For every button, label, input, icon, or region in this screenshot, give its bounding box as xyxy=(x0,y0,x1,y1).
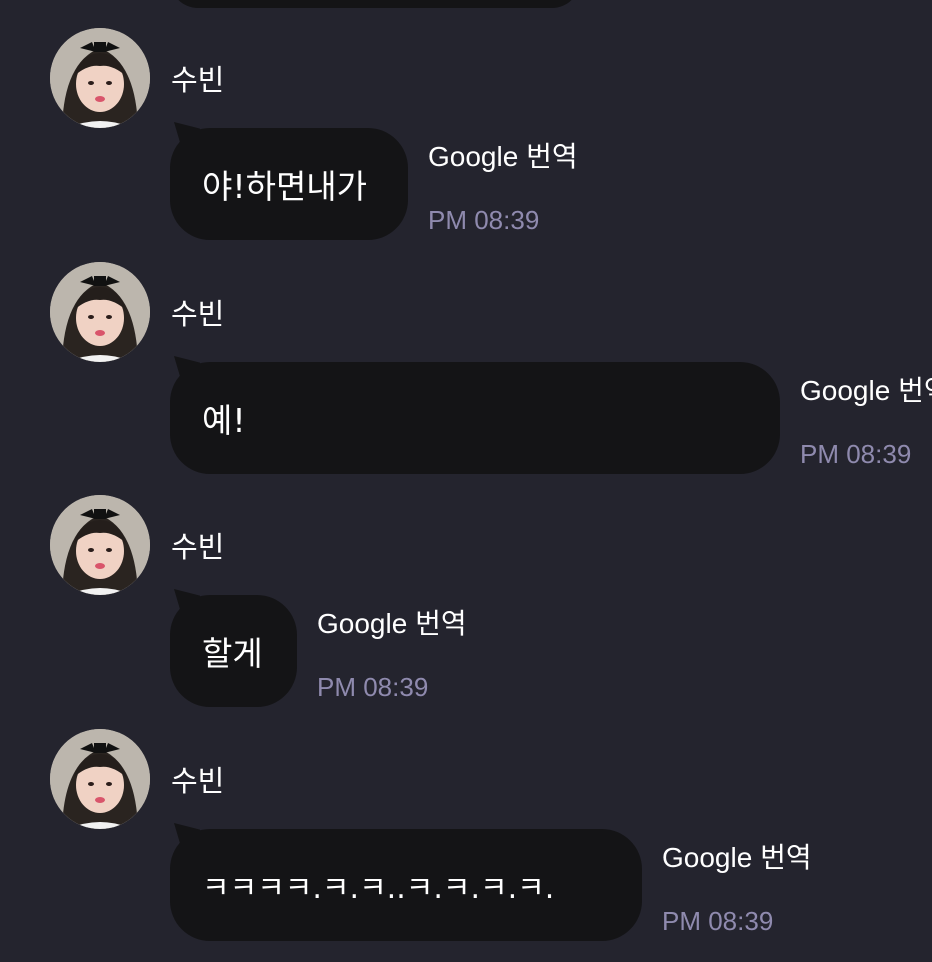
avatar[interactable] xyxy=(50,495,150,595)
timestamp: PM 08:39 xyxy=(317,672,429,702)
google-translate-link[interactable]: Google 번역 xyxy=(662,841,812,875)
google-translate-link[interactable]: Google 번역 xyxy=(800,374,932,408)
chat-message: 수빈 할게 Google 번역 PM 08:39 xyxy=(0,495,932,727)
avatar-image xyxy=(50,262,150,362)
chat-message: 수빈 야!하면내가 Google 번역 PM 08:39 xyxy=(0,28,932,260)
message-bubble[interactable]: 할게 xyxy=(170,595,297,707)
google-translate-link[interactable]: Google 번역 xyxy=(317,607,467,641)
chat-message: 수빈 예! Google 번역 PM 08:39 xyxy=(0,262,932,494)
message-text: ㅋㅋㅋㅋ.ㅋ.ㅋ..ㅋ.ㅋ.ㅋ.ㅋ. xyxy=(202,871,555,906)
avatar-image xyxy=(50,495,150,595)
avatar[interactable] xyxy=(50,28,150,128)
timestamp: PM 08:39 xyxy=(662,906,774,936)
avatar[interactable] xyxy=(50,262,150,362)
previous-message-bubble xyxy=(170,0,580,8)
message-bubble[interactable]: 야!하면내가 xyxy=(170,128,408,240)
chat-message: 수빈 ㅋㅋㅋㅋ.ㅋ.ㅋ..ㅋ.ㅋ.ㅋ.ㅋ. Google 번역 PM 08:39 xyxy=(0,729,932,961)
avatar-image xyxy=(50,28,150,128)
message-bubble[interactable]: 예! xyxy=(170,362,780,474)
avatar-image xyxy=(50,729,150,829)
message-text: 할게 xyxy=(202,634,263,673)
timestamp: PM 08:39 xyxy=(800,439,912,469)
sender-name: 수빈 xyxy=(171,764,225,798)
message-text: 야!하면내가 xyxy=(202,167,368,206)
sender-name: 수빈 xyxy=(171,297,225,331)
sender-name: 수빈 xyxy=(171,530,225,564)
sender-name: 수빈 xyxy=(171,63,225,97)
message-bubble[interactable]: ㅋㅋㅋㅋ.ㅋ.ㅋ..ㅋ.ㅋ.ㅋ.ㅋ. xyxy=(170,829,642,941)
avatar[interactable] xyxy=(50,729,150,829)
google-translate-link[interactable]: Google 번역 xyxy=(428,140,578,174)
message-text: 예! xyxy=(202,401,246,440)
timestamp: PM 08:39 xyxy=(428,205,540,235)
